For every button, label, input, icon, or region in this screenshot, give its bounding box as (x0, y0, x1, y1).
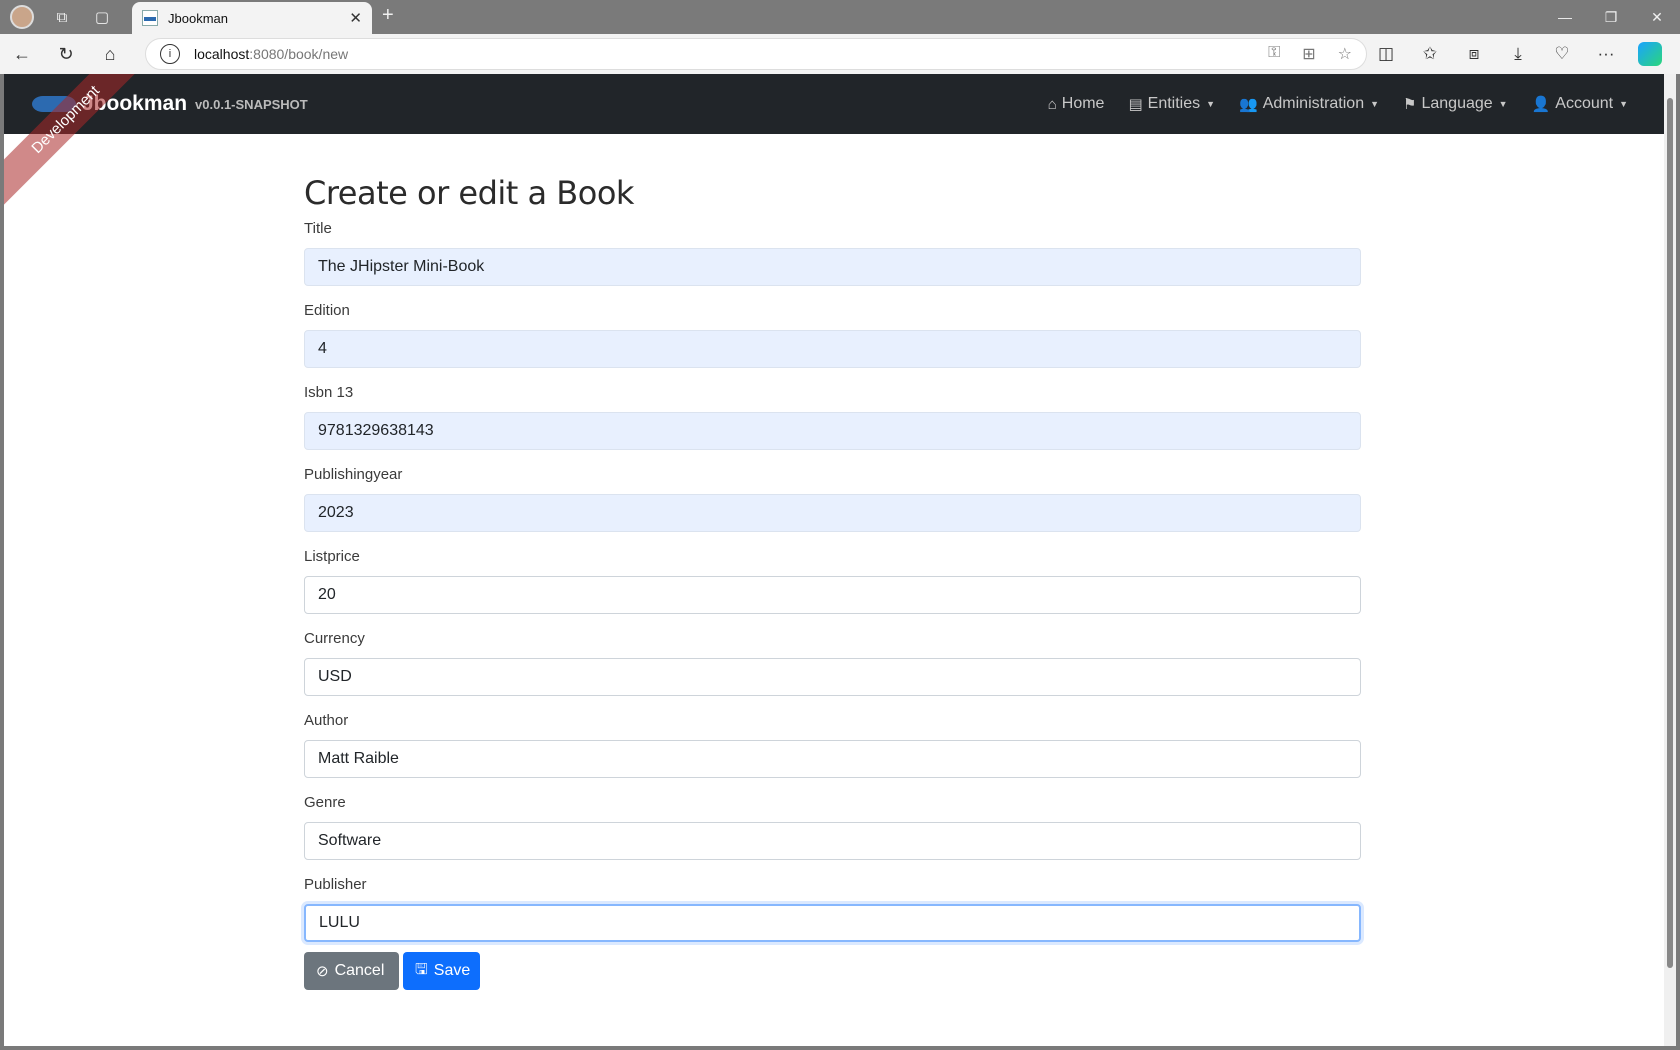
tab-actions-icon[interactable]: ▢ (82, 0, 122, 34)
listprice-label: Listprice (304, 548, 360, 565)
profile-avatar[interactable] (10, 5, 34, 29)
page-title: Create or edit a Book (304, 174, 634, 212)
close-window-icon[interactable]: ✕ (1634, 0, 1680, 34)
chevron-down-icon: ▼ (1498, 99, 1508, 109)
flag-icon: ⚑ (1403, 96, 1417, 113)
app-viewport: Jbookman v0.0.1-SNAPSHOT ⌂ Home ▤ Entiti… (4, 74, 1664, 1046)
new-tab-icon[interactable]: + (382, 4, 394, 27)
ban-icon: ⊘ (316, 963, 329, 980)
nav-account[interactable]: 👤 Account ▼ (1532, 95, 1628, 113)
password-key-icon[interactable]: ⚿ (1268, 44, 1280, 64)
favorites-icon[interactable]: ✩ (1408, 44, 1452, 64)
currency-field[interactable] (304, 658, 1361, 696)
restore-icon[interactable]: ❐ (1588, 0, 1634, 34)
site-info-icon[interactable]: i (160, 44, 180, 64)
listprice-field[interactable] (304, 576, 1361, 614)
nav-entities[interactable]: ▤ Entities ▼ (1128, 95, 1215, 113)
users-icon: 👥 (1239, 96, 1258, 113)
address-bar[interactable]: i localhost:8080/book/new ⚿ ⊞ ☆ (145, 38, 1367, 70)
book-form: Create or edit a Book Title Edition Isbn… (304, 174, 1364, 990)
more-menu-icon[interactable]: ··· (1584, 44, 1628, 64)
url-text: localhost:8080/book/new (194, 46, 349, 62)
minimize-icon[interactable]: — (1542, 0, 1588, 34)
edition-field[interactable] (304, 330, 1361, 368)
publishingyear-field[interactable] (304, 494, 1361, 532)
nav-home[interactable]: ⌂ Home (1048, 95, 1105, 113)
nav-language[interactable]: ⚑ Language ▼ (1403, 95, 1508, 113)
app-navbar: Jbookman v0.0.1-SNAPSHOT ⌂ Home ▤ Entiti… (4, 74, 1664, 134)
isbn13-label: Isbn 13 (304, 384, 354, 401)
genre-label: Genre (304, 794, 346, 811)
edition-label: Edition (304, 302, 350, 319)
favicon-icon (142, 10, 158, 26)
title-label: Title (304, 220, 332, 237)
app-available-icon[interactable]: ⊞ (1302, 44, 1315, 64)
genre-field[interactable] (304, 822, 1361, 860)
save-button[interactable]: 🖫 Save (403, 952, 480, 990)
favorite-star-icon[interactable]: ☆ (1338, 44, 1352, 64)
tab-title: Jbookman (168, 10, 228, 26)
browser-titlebar: ⧉ ▢ Jbookman ✕ + — ❐ ✕ (0, 0, 1680, 34)
author-field[interactable] (304, 740, 1361, 778)
brand-version: v0.0.1-SNAPSHOT (195, 96, 308, 112)
publishingyear-label: Publishingyear (304, 466, 403, 483)
cancel-button[interactable]: ⊘ Cancel (304, 952, 399, 990)
table-icon: ▤ (1128, 96, 1143, 113)
scrollbar-thumb[interactable] (1667, 98, 1673, 968)
save-icon: 🖫 (415, 960, 428, 978)
chevron-down-icon: ▼ (1206, 99, 1216, 109)
downloads-icon[interactable]: ⤓ (1496, 44, 1540, 64)
browser-toolbar: ← ↻ ⌂ i localhost:8080/book/new ⚿ ⊞ ☆ ◫ … (0, 34, 1680, 74)
workspaces-icon[interactable]: ⧉ (42, 0, 82, 34)
close-tab-icon[interactable]: ✕ (349, 9, 362, 27)
isbn13-field[interactable] (304, 412, 1361, 450)
split-screen-icon[interactable]: ◫ (1364, 44, 1408, 64)
collections-icon[interactable]: ⧈ (1452, 44, 1496, 64)
home-browser-icon[interactable]: ⌂ (88, 34, 132, 74)
user-icon: 👤 (1531, 96, 1551, 113)
copilot-icon[interactable] (1638, 42, 1662, 66)
publisher-field[interactable] (304, 904, 1361, 942)
back-icon[interactable]: ← (0, 34, 44, 74)
chevron-down-icon: ▼ (1370, 99, 1380, 109)
chevron-down-icon: ▼ (1619, 99, 1628, 109)
page-scrollbar[interactable] (1664, 74, 1676, 1046)
nav-administration[interactable]: 👥 Administration ▼ (1239, 95, 1379, 113)
reload-icon[interactable]: ↻ (44, 34, 88, 74)
home-icon: ⌂ (1047, 95, 1057, 113)
title-field[interactable] (304, 248, 1361, 286)
browser-essentials-icon[interactable]: ♡ (1540, 44, 1584, 64)
author-label: Author (304, 712, 349, 729)
currency-label: Currency (304, 630, 365, 647)
publisher-label: Publisher (304, 876, 367, 893)
browser-tab[interactable]: Jbookman ✕ (132, 2, 372, 34)
